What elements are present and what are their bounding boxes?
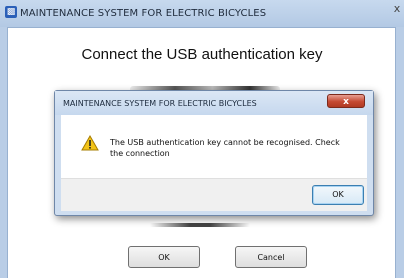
dialog-title: MAINTENANCE SYSTEM FOR ELECTRIC BICYCLES [63,99,257,108]
error-dialog: MAINTENANCE SYSTEM FOR ELECTRIC BICYCLES… [54,90,374,216]
dialog-message: The USB authentication key cannot be rec… [110,138,340,158]
dialog-body: The USB authentication key cannot be rec… [61,115,367,178]
main-window-title: MAINTENANCE SYSTEM FOR ELECTRIC BICYCLES [20,8,267,19]
close-icon[interactable]: x [390,0,404,18]
dialog-footer: OK [61,178,367,211]
dialog-ok-button[interactable]: OK [312,185,364,205]
window-frame-left [0,27,8,278]
dialog-titlebar: MAINTENANCE SYSTEM FOR ELECTRIC BICYCLES… [55,91,373,115]
app-icon: ▩ [5,6,17,18]
ok-button[interactable]: OK [128,246,200,268]
main-titlebar: ▩ MAINTENANCE SYSTEM FOR ELECTRIC BICYCL… [0,0,404,28]
page-heading: Connect the USB authentication key [81,46,323,63]
usb-device-image-bottom [150,223,250,227]
dialog-close-button[interactable]: x [327,94,365,108]
window-frame-right [395,27,404,278]
cancel-button[interactable]: Cancel [235,246,307,268]
warning-icon [81,135,99,151]
